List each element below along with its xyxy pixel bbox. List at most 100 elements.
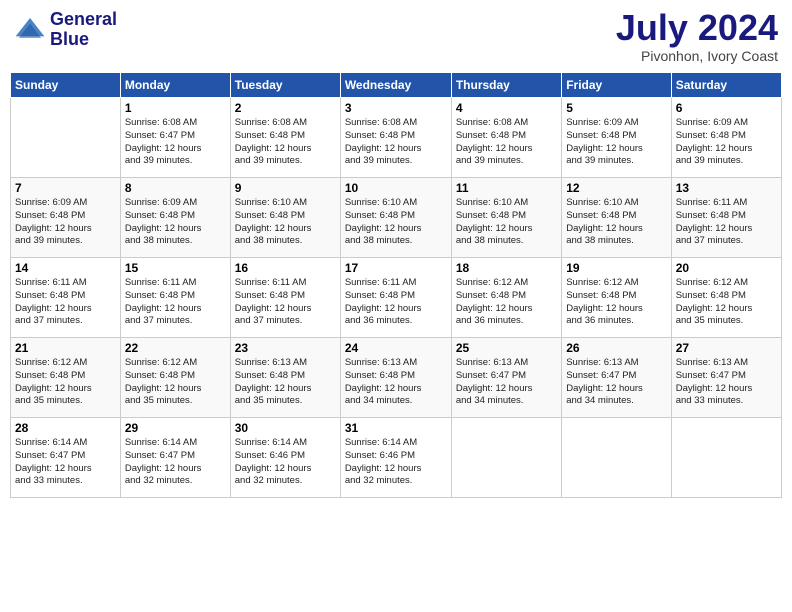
col-header-monday: Monday [120,73,230,98]
calendar-cell: 3 Sunrise: 6:08 AMSunset: 6:48 PMDaylight… [340,98,451,178]
calendar-cell: 6Sunrise: 6:09 AMSunset: 6:48 PMDaylight… [671,98,781,178]
day-info: Sunrise: 6:10 AMSunset: 6:48 PMDaylight:… [456,197,557,248]
calendar-cell: 9 Sunrise: 6:10 AMSunset: 6:48 PMDaylight… [230,178,340,258]
calendar-cell: 10 Sunrise: 6:10 AMSunset: 6:48 PMDayligh… [340,178,451,258]
calendar-cell: 27Sunrise: 6:13 AMSunset: 6:47 PMDayligh… [671,338,781,418]
day-info: Sunrise: 6:11 AMSunset: 6:48 PMDaylight:… [676,197,777,248]
calendar-cell: 16 Sunrise: 6:11 AMSunset: 6:48 PMDayligh… [230,258,340,338]
day-number: 27 [676,341,777,355]
calendar-cell [11,98,121,178]
day-number: 14 [15,261,116,275]
col-header-tuesday: Tuesday [230,73,340,98]
calendar-cell: 19Sunrise: 6:12 AMSunset: 6:48 PMDayligh… [562,258,671,338]
calendar-cell: 20 Sunrise: 6:12 AMSunset: 6:48 PMDayligh… [671,258,781,338]
calendar-cell [671,418,781,498]
header: General Blue July 2024 Pivonhon, Ivory C… [10,10,782,64]
day-number: 3 [345,101,447,115]
calendar-cell: 17Sunrise: 6:11 AMSunset: 6:48 PMDayligh… [340,258,451,338]
day-number: 31 [345,421,447,435]
day-number: 13 [676,181,777,195]
day-info: Sunrise: 6:13 AMSunset: 6:47 PMDaylight:… [566,357,666,408]
title-area: July 2024 Pivonhon, Ivory Coast [616,10,778,64]
day-info: Sunrise: 6:08 AMSunset: 6:48 PMDaylight:… [345,117,447,168]
day-number: 20 [676,261,777,275]
logo-icon [14,14,46,46]
day-info: Sunrise: 6:10 AMSunset: 6:48 PMDaylight:… [235,197,336,248]
calendar-cell: 15Sunrise: 6:11 AMSunset: 6:48 PMDayligh… [120,258,230,338]
day-number: 6 [676,101,777,115]
day-number: 7 [15,181,116,195]
day-info: Sunrise: 6:12 AMSunset: 6:48 PMDaylight:… [125,357,226,408]
day-info: Sunrise: 6:12 AMSunset: 6:48 PMDaylight:… [676,277,777,328]
calendar-cell [562,418,671,498]
calendar-cell: 12 Sunrise: 6:10 AMSunset: 6:48 PMDayligh… [562,178,671,258]
day-info: Sunrise: 6:08 AMSunset: 6:48 PMDaylight:… [235,117,336,168]
day-number: 30 [235,421,336,435]
day-number: 9 [235,181,336,195]
col-header-sunday: Sunday [11,73,121,98]
month-title: July 2024 [616,10,778,46]
day-number: 17 [345,261,447,275]
day-info: Sunrise: 6:08 AMSunset: 6:48 PMDaylight:… [456,117,557,168]
calendar-table: SundayMondayTuesdayWednesdayThursdayFrid… [10,72,782,498]
day-number: 24 [345,341,447,355]
calendar-cell: 18 Sunrise: 6:12 AMSunset: 6:48 PMDayligh… [451,258,561,338]
calendar-cell: 5Sunrise: 6:09 AMSunset: 6:48 PMDaylight… [562,98,671,178]
logo: General Blue [14,10,117,50]
day-number: 21 [15,341,116,355]
day-number: 5 [566,101,666,115]
calendar-cell: 23 Sunrise: 6:13 AMSunset: 6:48 PMDayligh… [230,338,340,418]
day-number: 1 [125,101,226,115]
calendar-cell: 7 Sunrise: 6:09 AMSunset: 6:48 PMDaylight… [11,178,121,258]
day-info: Sunrise: 6:13 AMSunset: 6:47 PMDaylight:… [456,357,557,408]
day-info: Sunrise: 6:12 AMSunset: 6:48 PMDaylight:… [456,277,557,328]
day-info: Sunrise: 6:10 AMSunset: 6:48 PMDaylight:… [566,197,666,248]
calendar-cell: 1 Sunrise: 6:08 AMSunset: 6:47 PMDaylight… [120,98,230,178]
logo-line1: General [50,10,117,30]
day-info: Sunrise: 6:12 AMSunset: 6:48 PMDaylight:… [566,277,666,328]
calendar-cell: 26 Sunrise: 6:13 AMSunset: 6:47 PMDayligh… [562,338,671,418]
day-info: Sunrise: 6:14 AMSunset: 6:46 PMDaylight:… [345,437,447,488]
day-info: Sunrise: 6:11 AMSunset: 6:48 PMDaylight:… [125,277,226,328]
day-info: Sunrise: 6:14 AMSunset: 6:47 PMDaylight:… [15,437,116,488]
calendar-cell: 31 Sunrise: 6:14 AMSunset: 6:46 PMDayligh… [340,418,451,498]
calendar-cell: 22 Sunrise: 6:12 AMSunset: 6:48 PMDayligh… [120,338,230,418]
location: Pivonhon, Ivory Coast [616,48,778,64]
day-number: 16 [235,261,336,275]
calendar-cell: 4 Sunrise: 6:08 AMSunset: 6:48 PMDaylight… [451,98,561,178]
day-number: 22 [125,341,226,355]
day-info: Sunrise: 6:14 AMSunset: 6:47 PMDaylight:… [125,437,226,488]
day-info: Sunrise: 6:13 AMSunset: 6:48 PMDaylight:… [235,357,336,408]
day-info: Sunrise: 6:14 AMSunset: 6:46 PMDaylight:… [235,437,336,488]
col-header-wednesday: Wednesday [340,73,451,98]
day-number: 25 [456,341,557,355]
day-number: 10 [345,181,447,195]
day-info: Sunrise: 6:10 AMSunset: 6:48 PMDaylight:… [345,197,447,248]
day-number: 29 [125,421,226,435]
day-info: Sunrise: 6:08 AMSunset: 6:47 PMDaylight:… [125,117,226,168]
day-number: 4 [456,101,557,115]
day-info: Sunrise: 6:09 AMSunset: 6:48 PMDaylight:… [125,197,226,248]
calendar-cell: 24Sunrise: 6:13 AMSunset: 6:48 PMDayligh… [340,338,451,418]
calendar-cell: 29 Sunrise: 6:14 AMSunset: 6:47 PMDayligh… [120,418,230,498]
day-info: Sunrise: 6:11 AMSunset: 6:48 PMDaylight:… [15,277,116,328]
calendar-cell: 28 Sunrise: 6:14 AMSunset: 6:47 PMDayligh… [11,418,121,498]
calendar-cell: 8Sunrise: 6:09 AMSunset: 6:48 PMDaylight… [120,178,230,258]
day-number: 23 [235,341,336,355]
day-info: Sunrise: 6:09 AMSunset: 6:48 PMDaylight:… [15,197,116,248]
day-number: 28 [15,421,116,435]
calendar-cell: 2 Sunrise: 6:08 AMSunset: 6:48 PMDaylight… [230,98,340,178]
day-info: Sunrise: 6:12 AMSunset: 6:48 PMDaylight:… [15,357,116,408]
day-number: 18 [456,261,557,275]
calendar-cell: 14 Sunrise: 6:11 AMSunset: 6:48 PMDayligh… [11,258,121,338]
calendar-cell: 25 Sunrise: 6:13 AMSunset: 6:47 PMDayligh… [451,338,561,418]
day-number: 12 [566,181,666,195]
day-number: 2 [235,101,336,115]
day-number: 26 [566,341,666,355]
calendar-cell: 13 Sunrise: 6:11 AMSunset: 6:48 PMDayligh… [671,178,781,258]
col-header-friday: Friday [562,73,671,98]
logo-line2: Blue [50,30,117,50]
day-info: Sunrise: 6:11 AMSunset: 6:48 PMDaylight:… [235,277,336,328]
calendar-cell: 30 Sunrise: 6:14 AMSunset: 6:46 PMDayligh… [230,418,340,498]
calendar-cell: 21 Sunrise: 6:12 AMSunset: 6:48 PMDayligh… [11,338,121,418]
